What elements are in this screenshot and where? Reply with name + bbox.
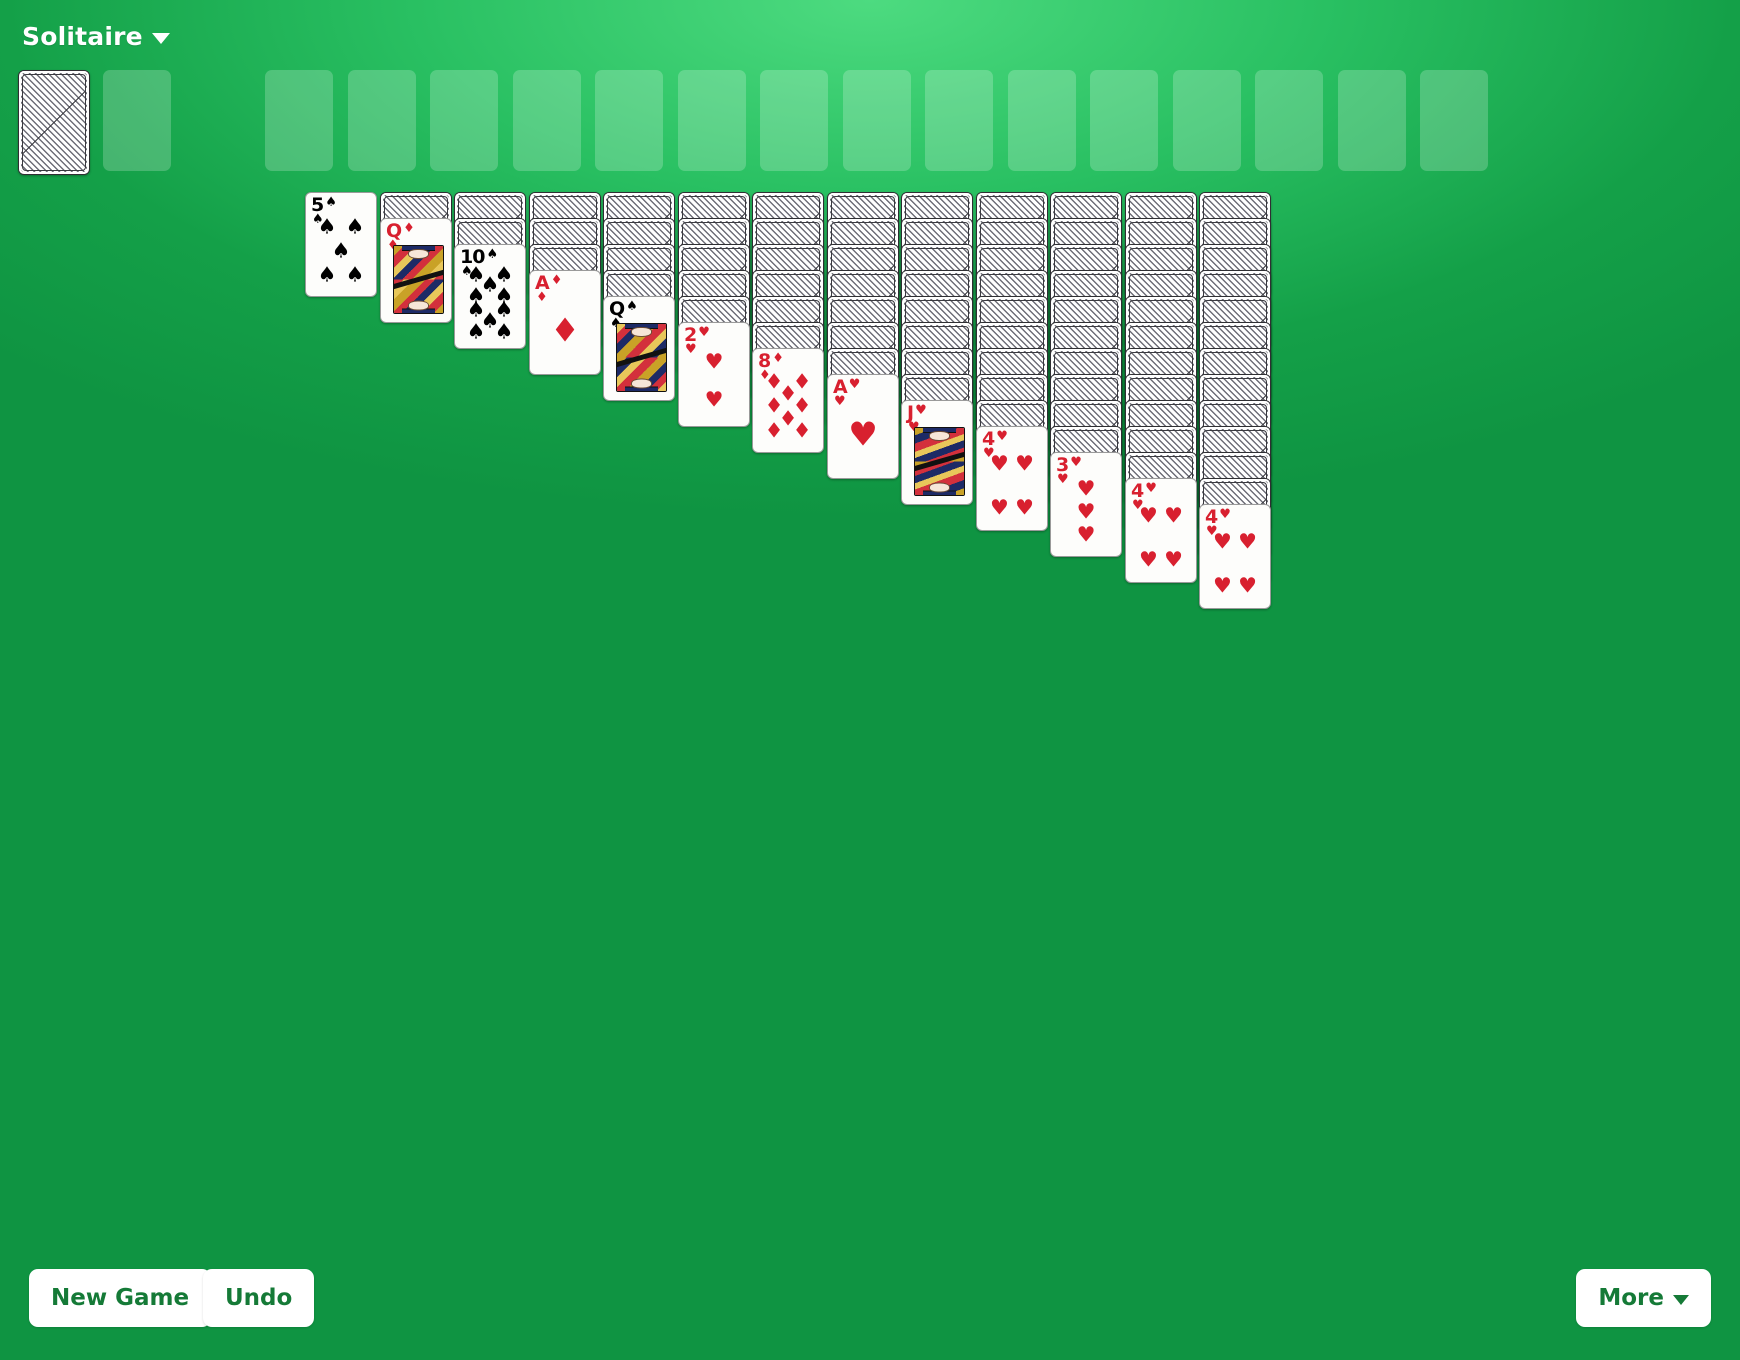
pip-diamonds: ♦ [764,418,784,443]
undo-label: Undo [225,1285,293,1311]
card-pips: ♦ ♦ ♦ ♦ ♦ ♦ ♦ ♦ [753,371,823,448]
pip-hearts: ♥ [1138,547,1158,572]
pip-hearts: ♥ [1212,529,1232,554]
pip-hearts: ♥ [989,451,1009,476]
card-pips: ♥ [828,397,898,474]
tableau: 5♠♠♠♠♠♠♠Q♦♦10♠♠♠♠♠♠♠♠♠♠♠♠A♦♦♦Q♠♠2♥♥♥♥8♦♦… [0,0,1740,1360]
pip-spades: ♠ [331,238,351,263]
more-label: More [1598,1285,1664,1311]
card-face-2-hearts[interactable]: 2 ♥ ♥ ♥ ♥ [678,322,750,427]
pip-hearts: ♥ [1076,476,1096,501]
pip-hearts: ♥ [1076,499,1096,524]
card-face-4-hearts[interactable]: 4 ♥ ♥ ♥ ♥ ♥ ♥ [1199,504,1271,609]
card-pips: ♥ ♥ ♥ ♥ [1126,501,1196,578]
pip-hearts: ♥ [989,495,1009,520]
pip-spades: ♠ [345,214,365,239]
card-face-q-diamonds[interactable]: Q♦♦ [380,218,452,323]
pip-hearts: ♥ [1138,503,1158,528]
pip-spades: ♠ [317,214,337,239]
pip-hearts: ♥ [1212,573,1232,598]
court-card-illustration [914,427,965,496]
pip-spades: ♠ [466,319,486,344]
card-face-8-diamonds[interactable]: 8 ♦ ♦ ♦ ♦ ♦ ♦ ♦ ♦ ♦ ♦ [752,348,824,453]
card-face-a-hearts[interactable]: A ♥ ♥ ♥ [827,374,899,479]
pip-hearts: ♥ [1076,522,1096,547]
bottom-toolbar: New Game Undo More [0,1240,1740,1360]
new-game-label: New Game [51,1285,190,1311]
card-pips: ♠ ♠ ♠ ♠ ♠ ♠ ♠ ♠ ♠ ♠ [455,264,525,344]
undo-button[interactable]: Undo [203,1269,315,1327]
card-pips: ♠ ♠ ♠ ♠ ♠ [306,215,376,292]
card-face-10-spades[interactable]: 10 ♠ ♠ ♠ ♠ ♠ ♠ ♠ ♠ ♠ ♠ ♠ ♠ [454,244,526,349]
pip-diamonds: ♦ [550,310,580,350]
pip-spades: ♠ [317,262,337,287]
pip-hearts: ♥ [1164,503,1184,528]
chevron-down-icon [1673,1294,1689,1305]
pip-hearts: ♥ [704,387,724,412]
pip-hearts: ♥ [1015,451,1035,476]
card-face-5-spades[interactable]: 5 ♠ ♠ ♠ ♠ ♠ ♠ ♠ [305,192,377,297]
card-face-4-hearts[interactable]: 4 ♥ ♥ ♥ ♥ ♥ ♥ [1125,478,1197,583]
new-game-button[interactable]: New Game [29,1269,212,1327]
court-card-illustration [616,323,667,392]
pip-diamonds: ♦ [792,418,812,443]
court-card-illustration [393,245,444,314]
pip-hearts: ♥ [1164,547,1184,572]
card-pips: ♥ ♥ ♥ ♥ [1200,527,1270,604]
pip-spades: ♠ [494,319,514,344]
pip-hearts: ♥ [848,414,878,454]
card-face-j-hearts[interactable]: J♥♥ [901,400,973,505]
card-pips: ♥ ♥ ♥ [1051,475,1121,552]
pip-spades: ♠ [345,262,365,287]
card-pips: ♦ [530,293,600,370]
card-face-3-hearts[interactable]: 3 ♥ ♥ ♥ ♥ ♥ [1050,452,1122,557]
card-pips: ♥ ♥ [679,345,749,422]
more-button[interactable]: More [1576,1269,1711,1327]
card-face-a-diamonds[interactable]: A ♦ ♦ ♦ [529,270,601,375]
pip-hearts: ♥ [1238,573,1258,598]
pip-hearts: ♥ [1238,529,1258,554]
pip-hearts: ♥ [704,349,724,374]
pip-hearts: ♥ [1015,495,1035,520]
card-face-4-hearts[interactable]: 4 ♥ ♥ ♥ ♥ ♥ ♥ [976,426,1048,531]
card-face-q-spades[interactable]: Q♠♠ [603,296,675,401]
card-pips: ♥ ♥ ♥ ♥ [977,449,1047,526]
